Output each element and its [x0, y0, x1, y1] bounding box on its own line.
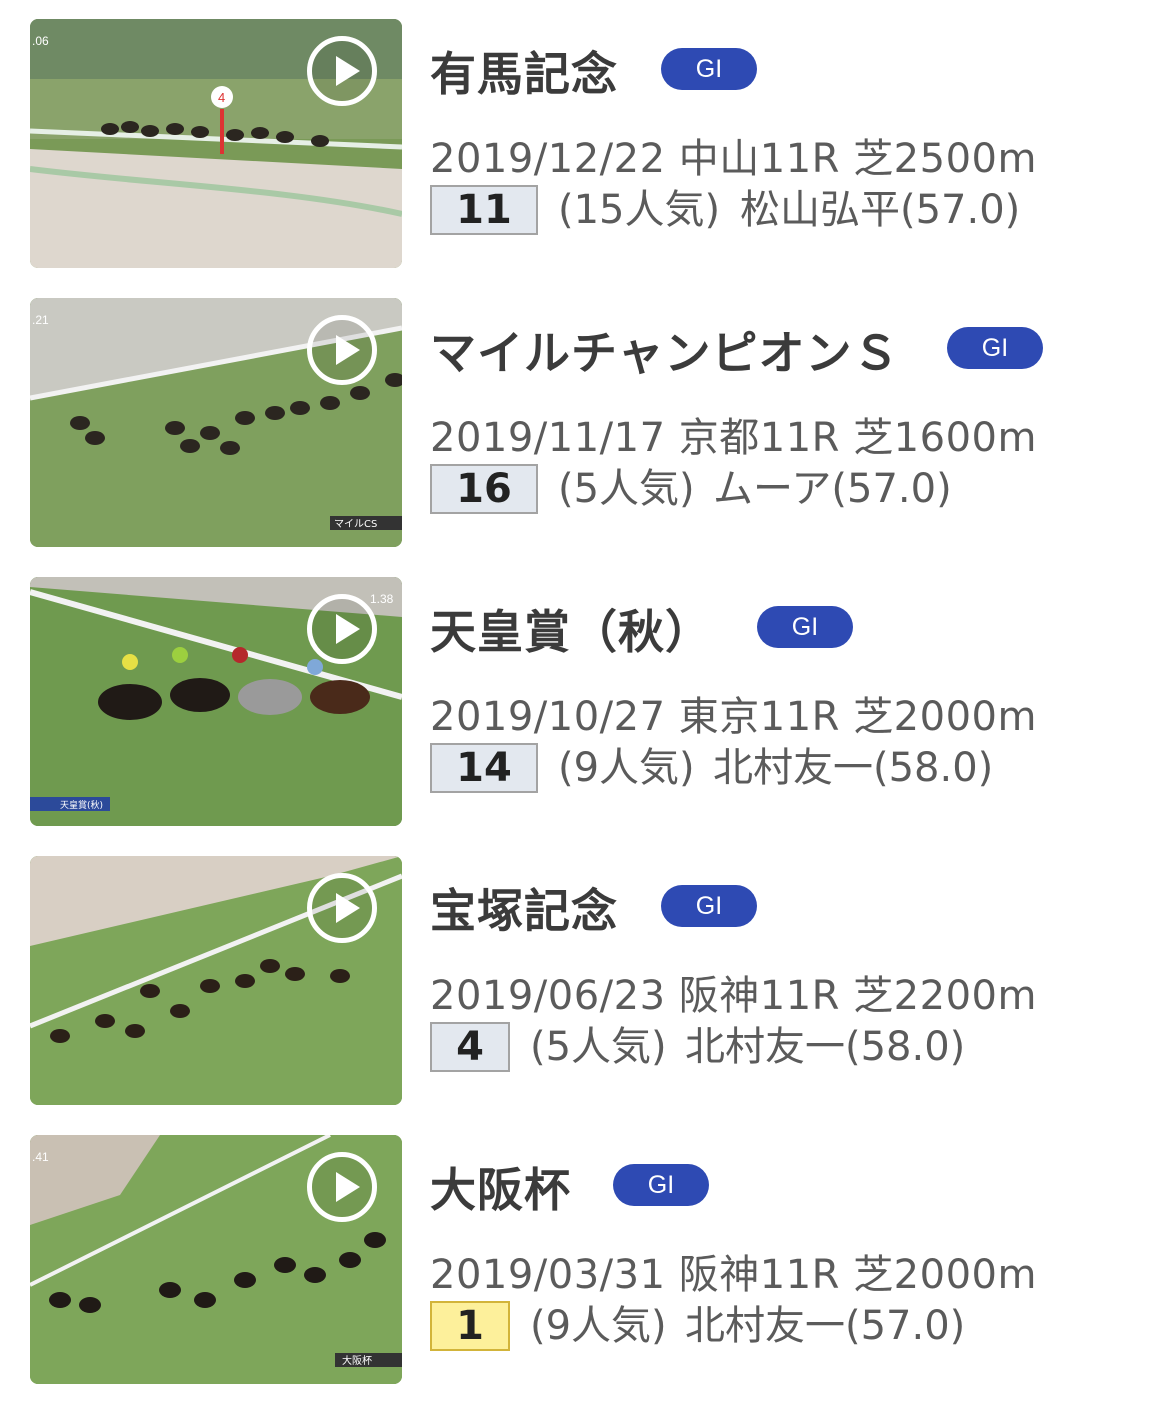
finish-rank-box: 11 — [430, 185, 538, 235]
race-meta: 2019/12/22 中山11R 芝2500m — [430, 126, 1037, 184]
play-icon[interactable] — [307, 873, 377, 943]
svg-text:.06: .06 — [32, 34, 49, 48]
race-name: 大阪杯 — [430, 1163, 571, 1217]
thumb-caption: マイルCS — [334, 519, 377, 530]
race-date: 2019/10/27 — [430, 694, 666, 740]
video-thumbnail[interactable]: 大阪杯 .41 — [30, 1135, 402, 1384]
thumb-caption: 大阪杯 — [342, 1354, 372, 1367]
race-course: 阪神11R — [678, 1252, 840, 1298]
video-thumbnail[interactable] — [30, 856, 402, 1105]
race-meta: 2019/06/23 阪神11R 芝2200m — [430, 963, 1037, 1021]
svg-text:1.38: 1.38 — [370, 592, 394, 606]
race-name: 天皇賞（秋） — [430, 605, 712, 659]
video-thumbnail[interactable]: 4 .06 — [30, 19, 402, 268]
video-thumbnail[interactable]: 1.38 天皇賞(秋) — [30, 577, 402, 826]
race-date: 2019/12/22 — [430, 136, 666, 182]
finish-rank-box: 1 — [430, 1301, 510, 1351]
race-distance: 芝2200m — [853, 973, 1037, 1019]
race-course: 東京11R — [678, 694, 840, 740]
finish-rank-box: 4 — [430, 1022, 510, 1072]
video-thumbnail[interactable]: マイルCS .21 — [30, 298, 402, 547]
race-date: 2019/06/23 — [430, 973, 666, 1019]
race-name: 宝塚記念 — [430, 884, 618, 938]
race-item[interactable]: マイルCS .21 マイルチャンピオンＳ GI 2019/11/17 京都11R… — [0, 279, 1170, 558]
popularity: (15人気) — [558, 187, 721, 233]
race-item[interactable]: 4 .06 有馬記念 GI 2019/12/22 中山11R 芝2500m 11… — [0, 0, 1170, 279]
grade-badge: GI — [661, 48, 757, 90]
race-course: 京都11R — [678, 415, 840, 461]
race-distance: 芝2500m — [853, 136, 1037, 182]
jockey-weight: ムーア(57.0) — [713, 466, 952, 512]
finish-rank-box: 14 — [430, 743, 538, 793]
race-meta: 2019/11/17 京都11R 芝1600m — [430, 405, 1037, 463]
grade-badge: GI — [661, 885, 757, 927]
play-icon[interactable] — [307, 1152, 377, 1222]
popularity: (9人気) — [530, 1303, 667, 1349]
race-course: 阪神11R — [678, 973, 840, 1019]
race-name: 有馬記念 — [430, 47, 618, 101]
grade-badge: GI — [613, 1164, 709, 1206]
svg-text:.41: .41 — [32, 1150, 49, 1164]
jockey-weight: 北村友一(58.0) — [713, 745, 994, 791]
jockey-weight: 北村友一(58.0) — [685, 1024, 966, 1070]
jockey-weight: 松山弘平(57.0) — [740, 187, 1021, 233]
play-icon[interactable] — [307, 594, 377, 664]
popularity: (5人気) — [558, 466, 695, 512]
play-icon[interactable] — [307, 36, 377, 106]
svg-text:4: 4 — [218, 90, 225, 105]
race-date: 2019/11/17 — [430, 415, 666, 461]
svg-text:.21: .21 — [32, 313, 49, 327]
race-course: 中山11R — [678, 136, 840, 182]
race-distance: 芝1600m — [853, 415, 1037, 461]
grade-badge: GI — [757, 606, 853, 648]
race-item[interactable]: 宝塚記念 GI 2019/06/23 阪神11R 芝2200m 4 (5人気) … — [0, 837, 1170, 1116]
race-distance: 芝2000m — [853, 1252, 1037, 1298]
thumb-caption: 天皇賞(秋) — [60, 799, 103, 811]
race-name: マイルチャンピオンＳ — [430, 326, 900, 380]
race-distance: 芝2000m — [853, 694, 1037, 740]
race-list: 4 .06 有馬記念 GI 2019/12/22 中山11R 芝2500m 11… — [0, 0, 1170, 1419]
race-item[interactable]: 1.38 天皇賞(秋) 天皇賞（秋） GI 2019/10/27 東京11R 芝… — [0, 558, 1170, 837]
race-date: 2019/03/31 — [430, 1252, 666, 1298]
play-icon[interactable] — [307, 315, 377, 385]
popularity: (5人気) — [530, 1024, 667, 1070]
popularity: (9人気) — [558, 745, 695, 791]
grade-badge: GI — [947, 327, 1043, 369]
finish-rank-box: 16 — [430, 464, 538, 514]
race-meta: 2019/03/31 阪神11R 芝2000m — [430, 1242, 1037, 1300]
race-item[interactable]: 大阪杯 .41 大阪杯 GI 2019/03/31 阪神11R 芝2000m 1… — [0, 1116, 1170, 1395]
race-meta: 2019/10/27 東京11R 芝2000m — [430, 684, 1037, 742]
jockey-weight: 北村友一(57.0) — [685, 1303, 966, 1349]
